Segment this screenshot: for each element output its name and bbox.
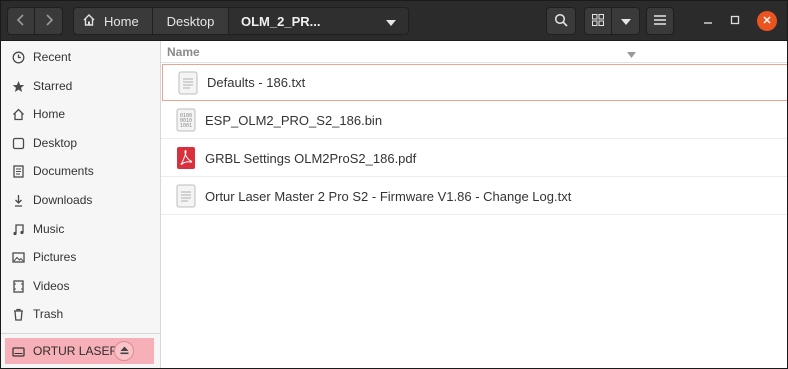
device-label: ORTUR LASER	[33, 344, 119, 358]
home-icon	[82, 13, 96, 30]
header-bar: Home Desktop OLM_2_PR...	[1, 1, 787, 41]
maximize-icon	[730, 14, 740, 28]
maximize-button[interactable]	[725, 11, 745, 31]
download-icon	[11, 193, 25, 207]
file-manager-window: Home Desktop OLM_2_PR... Recent Starred …	[0, 0, 788, 369]
minimize-button[interactable]	[698, 11, 718, 31]
sort-descending-icon	[627, 47, 636, 61]
sidebar-item-label: Documents	[33, 164, 94, 178]
file-list: Name Defaults - 186.txt 0100 0010 1001 ESP…	[161, 41, 787, 368]
file-row[interactable]: 0100 0010 1001 ESP_OLM2_PRO_S2_186.bin	[161, 102, 787, 139]
star-icon	[11, 79, 25, 93]
path-bar: Home Desktop OLM_2_PR...	[73, 7, 409, 35]
sidebar-item-label: Music	[33, 222, 65, 236]
dropdown-arrow-icon	[386, 14, 396, 29]
breadcrumb-current[interactable]: OLM_2_PR...	[229, 7, 409, 35]
close-button[interactable]	[757, 11, 777, 31]
breadcrumb-current-label: OLM_2_PR...	[241, 13, 321, 29]
sidebar-item-pictures[interactable]: Pictures	[5, 245, 155, 269]
text-file-icon	[177, 70, 199, 96]
breadcrumb-home-label: Home	[104, 13, 139, 29]
sidebar-item-label: Trash	[33, 307, 64, 321]
sidebar-item-recent[interactable]: Recent	[5, 45, 155, 69]
sidebar-item-label: Starred	[33, 79, 73, 93]
music-icon	[11, 222, 25, 236]
svg-text:1001: 1001	[180, 123, 192, 129]
sidebar-divider	[1, 333, 160, 334]
dropdown-arrow-icon	[620, 14, 631, 28]
trash-icon	[11, 307, 25, 321]
breadcrumb-desktop[interactable]: Desktop	[153, 7, 229, 35]
sidebar-item-home[interactable]: Home	[5, 102, 155, 126]
chevron-left-icon	[16, 13, 26, 29]
grid-view-icon	[592, 13, 604, 29]
file-name: GRBL Settings OLM2ProS2_186.pdf	[205, 150, 417, 166]
chevron-right-icon	[44, 13, 54, 29]
sidebar-item-videos[interactable]: Videos	[5, 274, 155, 298]
binary-file-icon: 0100 0010 1001	[175, 107, 197, 133]
clock-icon	[11, 50, 25, 64]
minimize-icon	[703, 14, 713, 28]
sidebar-item-downloads[interactable]: Downloads	[5, 188, 155, 212]
main-menu-button[interactable]	[646, 7, 674, 35]
view-options-button[interactable]	[612, 7, 640, 35]
file-row[interactable]: Ortur Laser Master 2 Pro S2 - Firmware V…	[161, 178, 787, 215]
file-name: Defaults - 186.txt	[207, 75, 306, 90]
file-name: Ortur Laser Master 2 Pro S2 - Firmware V…	[205, 188, 572, 204]
sidebar-item-label: Desktop	[33, 136, 78, 150]
breadcrumb-home[interactable]: Home	[73, 7, 153, 35]
sidebar-item-music[interactable]: Music	[5, 217, 155, 241]
file-name: ESP_OLM2_PRO_S2_186.bin	[205, 112, 383, 128]
text-file-icon	[175, 183, 197, 209]
file-row[interactable]: GRBL Settings OLM2ProS2_186.pdf	[161, 140, 787, 177]
sidebar: Recent Starred Home Desktop Documents Do…	[1, 41, 161, 368]
sidebar-item-trash[interactable]: Trash	[5, 302, 155, 326]
sidebar-item-device[interactable]: ORTUR LASER	[5, 338, 154, 364]
view-toggle-button[interactable]	[584, 7, 612, 35]
video-icon	[11, 279, 25, 293]
home-icon	[11, 107, 25, 121]
sidebar-item-label: Downloads	[33, 193, 93, 207]
drive-icon	[11, 344, 25, 358]
pdf-file-icon	[175, 145, 197, 171]
breadcrumb-desktop-label: Desktop	[166, 13, 215, 29]
search-icon	[554, 13, 568, 30]
hamburger-menu-icon	[654, 14, 666, 28]
file-row[interactable]: Defaults - 186.txt	[162, 64, 787, 101]
sidebar-item-documents[interactable]: Documents	[5, 159, 155, 183]
document-icon	[11, 164, 25, 178]
column-header-name[interactable]: Name	[161, 41, 787, 63]
sidebar-item-desktop[interactable]: Desktop	[5, 131, 155, 155]
back-button[interactable]	[7, 7, 35, 35]
sidebar-item-label: Recent	[33, 50, 72, 64]
forward-button[interactable]	[35, 7, 63, 35]
eject-icon	[120, 344, 129, 358]
sidebar-item-label: Home	[33, 107, 66, 121]
desktop-icon	[11, 136, 25, 150]
sidebar-item-label: Pictures	[33, 250, 77, 264]
close-icon	[762, 14, 772, 28]
eject-button[interactable]	[114, 341, 134, 361]
picture-icon	[11, 250, 25, 264]
search-button[interactable]	[546, 7, 576, 35]
sidebar-item-starred[interactable]: Starred	[5, 74, 155, 98]
column-header-label: Name	[167, 44, 200, 59]
sidebar-item-label: Videos	[33, 279, 70, 293]
